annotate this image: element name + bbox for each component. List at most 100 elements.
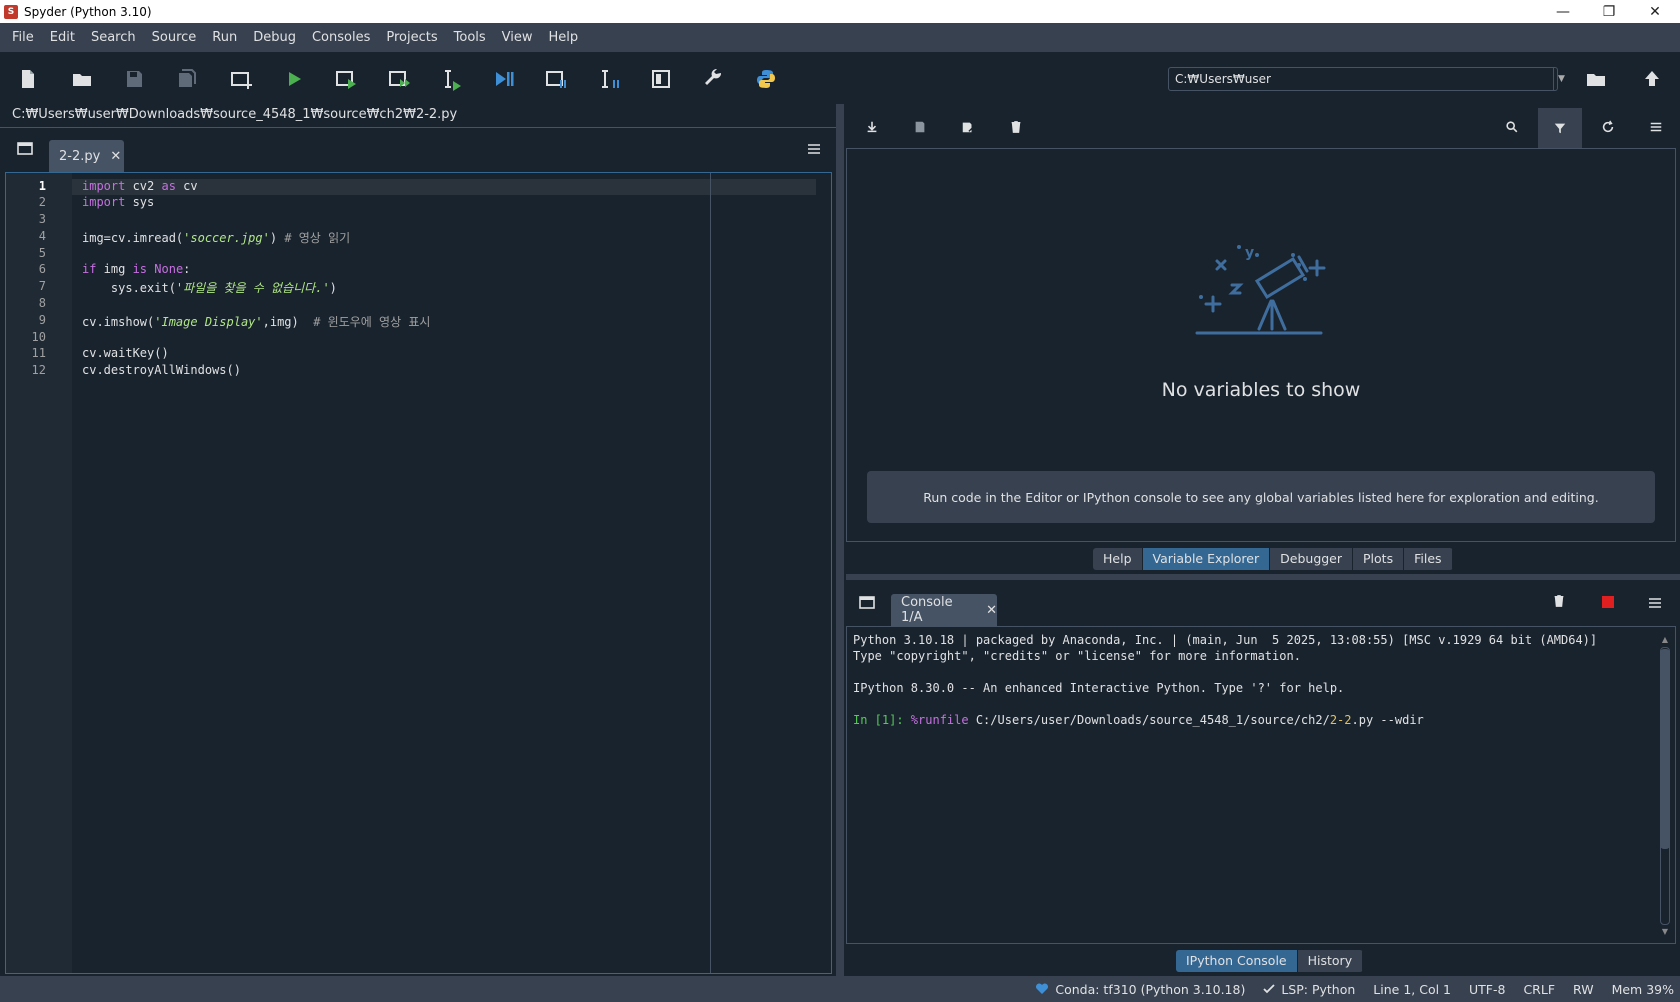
working-directory-combo[interactable]: C:₩Users₩user: [1168, 67, 1558, 91]
scroll-down-icon[interactable]: ▼: [1659, 927, 1671, 937]
menu-file[interactable]: File: [4, 23, 42, 52]
ipython-console[interactable]: Python 3.10.18 | packaged by Anaconda, I…: [846, 626, 1676, 944]
debug-cell-icon[interactable]: [540, 64, 572, 94]
scroll-thumb[interactable]: [1660, 649, 1670, 849]
debug-selection-icon[interactable]: [593, 64, 625, 94]
open-file-icon[interactable]: [66, 64, 98, 94]
menu-tools[interactable]: Tools: [446, 23, 494, 52]
conda-env: Conda: tf310 (Python 3.10.18): [1055, 981, 1246, 997]
minimize-button[interactable]: —: [1540, 0, 1586, 23]
code-line: cv.destroyAllWindows(): [82, 363, 241, 377]
code-line: cv.waitKey(): [82, 346, 169, 360]
code-text: ): [329, 281, 337, 295]
vertical-splitter[interactable]: [836, 104, 844, 976]
console-scrollbar[interactable]: ▲ ▼: [1659, 635, 1671, 937]
import-data-icon[interactable]: [858, 114, 886, 140]
run-cell-advance-icon[interactable]: [383, 64, 415, 94]
cursor-position: Line 1, Col 1: [1373, 981, 1451, 997]
browse-directory-icon[interactable]: [1580, 64, 1612, 94]
svg-text:y: y: [1245, 245, 1254, 261]
console-options-menu-icon[interactable]: [1646, 594, 1664, 612]
code-text: cv: [175, 179, 198, 193]
new-file-icon[interactable]: [12, 64, 44, 94]
remove-all-variables-icon[interactable]: [1002, 114, 1030, 140]
options-menu-icon[interactable]: [1642, 114, 1670, 140]
code-text: img=cv.imread(: [82, 231, 184, 245]
horizontal-splitter[interactable]: [846, 574, 1680, 580]
debug-file-icon[interactable]: [488, 64, 520, 94]
python-path-icon[interactable]: [750, 64, 782, 94]
tab-files[interactable]: Files: [1404, 548, 1453, 570]
menu-edit[interactable]: Edit: [42, 23, 83, 52]
menu-help[interactable]: Help: [541, 23, 587, 52]
file-permissions: RW: [1573, 981, 1594, 997]
console-banner-line: Type "copyright", "credits" or "license"…: [853, 649, 1301, 663]
lower-pane-tabs: IPython Console History: [1176, 950, 1364, 972]
preferences-wrench-icon[interactable]: [697, 64, 729, 94]
filter-icon[interactable]: [1538, 108, 1582, 148]
menu-projects[interactable]: Projects: [378, 23, 445, 52]
code-line: if img is None:: [82, 262, 190, 276]
stop-kernel-icon[interactable]: [1602, 596, 1614, 608]
create-cell-icon[interactable]: [225, 64, 257, 94]
line-number: 10: [31, 330, 46, 344]
browse-tabs-icon[interactable]: [858, 594, 876, 612]
search-icon[interactable]: [1498, 114, 1526, 140]
tab-debugger[interactable]: Debugger: [1270, 548, 1354, 570]
tab-help[interactable]: Help: [1093, 548, 1143, 570]
status-lsp[interactable]: LSP: Python: [1263, 982, 1355, 997]
parent-directory-icon[interactable]: [1636, 64, 1668, 94]
command-text: C:/Users/user/Downloads/source_4548_1/so…: [968, 713, 1330, 727]
run-file-icon[interactable]: [278, 64, 310, 94]
chevron-down-icon[interactable]: ▼: [1553, 67, 1569, 91]
save-file-icon[interactable]: [118, 64, 150, 94]
code-text: ): [269, 231, 285, 245]
check-icon: [1263, 984, 1275, 994]
telescope-icon: y: [1195, 245, 1326, 335]
tab-2-2-py[interactable]: 2-2.py ✕: [49, 140, 124, 172]
tab-history[interactable]: History: [1298, 950, 1364, 972]
run-selection-icon[interactable]: [435, 64, 467, 94]
menu-run[interactable]: Run: [204, 23, 245, 52]
empty-state-hint: Run code in the Editor or IPython consol…: [867, 471, 1655, 523]
close-window-button[interactable]: ✕: [1632, 0, 1678, 23]
builtin-none: None: [154, 262, 184, 276]
keyword: is: [132, 262, 148, 276]
menu-debug[interactable]: Debug: [245, 23, 304, 52]
string-literal: 'soccer.jpg': [183, 231, 270, 245]
run-cell-icon[interactable]: [330, 64, 362, 94]
line-number: 5: [38, 246, 46, 260]
code-line: cv.imshow('Image Display',img) # 윈도우에 영상…: [82, 313, 430, 330]
line-number: 7: [38, 279, 46, 293]
editor-options-menu-icon[interactable]: [804, 140, 824, 158]
maximize-button[interactable]: ❐: [1586, 0, 1632, 23]
code-editor[interactable]: 1 2 3 4 5 6 7 8 9 10 11 12 import cv2 as…: [5, 172, 832, 974]
menu-source[interactable]: Source: [144, 23, 205, 52]
save-data-as-icon[interactable]: [954, 114, 982, 140]
menu-view[interactable]: View: [494, 23, 541, 52]
menu-search[interactable]: Search: [83, 23, 144, 52]
tab-variable-explorer[interactable]: Variable Explorer: [1142, 548, 1271, 570]
line-number: 4: [38, 229, 46, 243]
maximize-pane-icon[interactable]: [645, 64, 677, 94]
line-number: 3: [38, 212, 46, 226]
console-banner-line: Python 3.10.18 | packaged by Anaconda, I…: [853, 633, 1598, 647]
scroll-up-icon[interactable]: ▲: [1659, 635, 1671, 645]
end-of-line: CRLF: [1523, 981, 1556, 997]
code-text: sys.exit(: [82, 281, 176, 295]
code-area[interactable]: import cv2 as cv import sys img=cv.imrea…: [72, 173, 821, 973]
tab-plots[interactable]: Plots: [1353, 548, 1405, 570]
refresh-icon[interactable]: [1594, 114, 1622, 140]
save-data-icon[interactable]: [906, 114, 934, 140]
close-tab-icon[interactable]: ✕: [110, 149, 121, 164]
save-all-icon[interactable]: [171, 64, 203, 94]
status-conda[interactable]: Conda: tf310 (Python 3.10.18): [1035, 982, 1245, 997]
remove-all-icon[interactable]: [1552, 594, 1568, 612]
tab-console-1a[interactable]: Console 1/A ✕: [891, 594, 997, 626]
tab-ipython-console[interactable]: IPython Console: [1176, 950, 1298, 972]
menu-consoles[interactable]: Consoles: [304, 23, 378, 52]
browse-tabs-icon[interactable]: [16, 140, 34, 158]
editor-file-path: C:₩Users₩user₩Downloads₩source_4548_1₩so…: [0, 104, 836, 128]
close-tab-icon[interactable]: ✕: [986, 603, 997, 618]
comment: # 윈도우에 영상 표시: [313, 315, 431, 329]
